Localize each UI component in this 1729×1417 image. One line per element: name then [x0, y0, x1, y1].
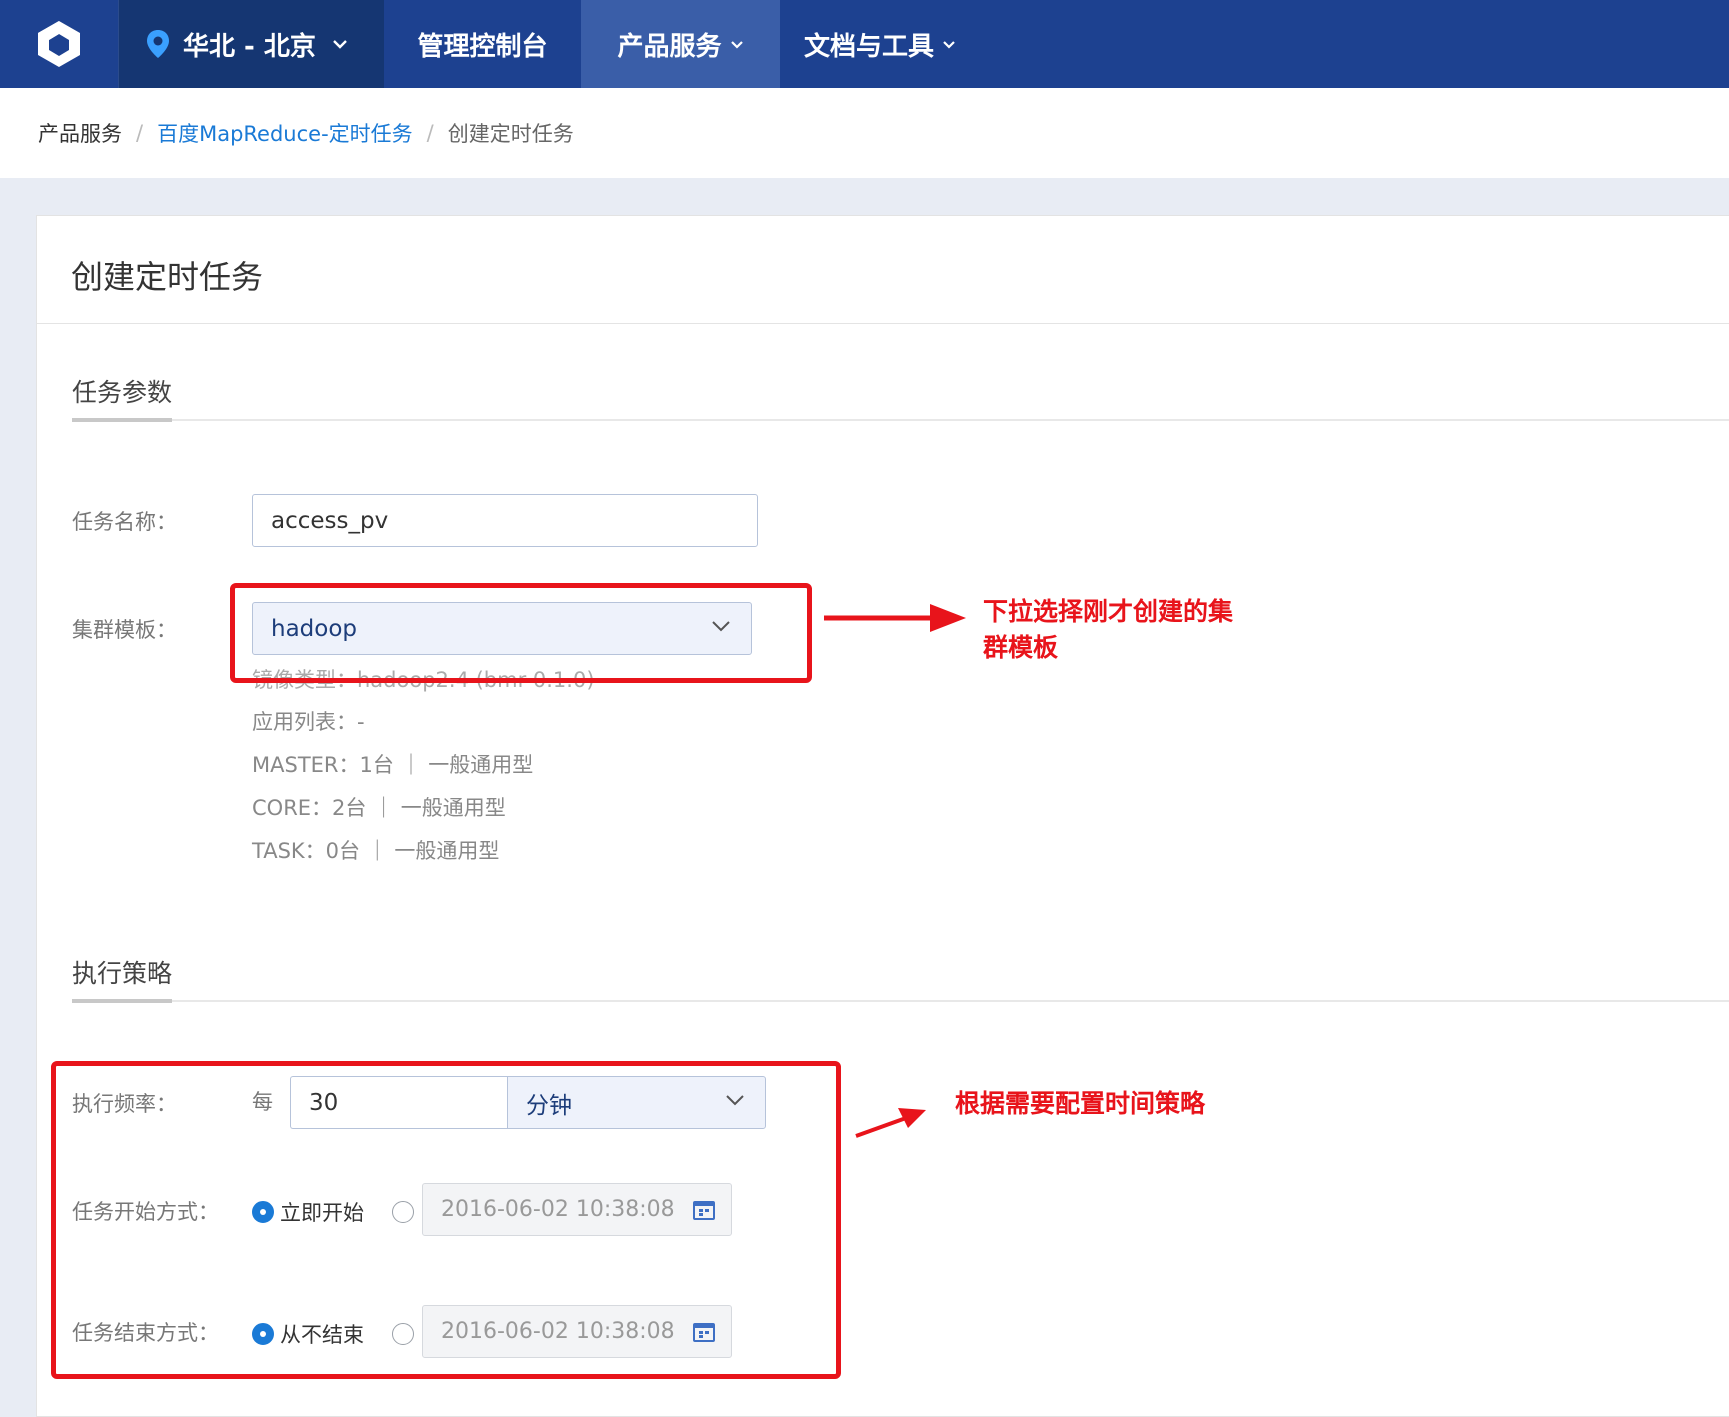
- annotation-cluster-line2: 群模板: [983, 633, 1059, 662]
- chevron-down-icon: [333, 40, 347, 49]
- region-label: 华北 - 北京: [183, 31, 316, 62]
- top-navbar: 华北 - 北京 管理控制台 产品服务 文档与工具: [0, 0, 1729, 88]
- nav-console[interactable]: 管理控制台: [384, 0, 581, 88]
- logo[interactable]: [0, 0, 118, 88]
- annotation-box-cluster: [230, 583, 812, 683]
- breadcrumb-separator: /: [136, 121, 144, 145]
- page-title: 创建定时任务: [71, 258, 264, 296]
- region-selector[interactable]: 华北 - 北京: [118, 0, 384, 88]
- annotation-cluster-line1: 下拉选择刚才创建的集: [983, 597, 1234, 626]
- annotation-box-strategy: [51, 1061, 841, 1379]
- section-divider: [72, 418, 1729, 422]
- task-name-input[interactable]: access_pv: [252, 494, 758, 547]
- section-title-params: 任务参数: [72, 378, 173, 407]
- annotation-strategy-note: 根据需要配置时间策略: [955, 1089, 1206, 1118]
- cluster-master-info: MASTER：1台 ｜ 一般通用型: [252, 753, 534, 777]
- breadcrumb-products[interactable]: 产品服务: [38, 118, 122, 148]
- cluster-task-info: TASK：0台 ｜ 一般通用型: [252, 839, 500, 863]
- nav-console-label: 管理控制台: [417, 31, 548, 62]
- breadcrumb: 产品服务 / 百度MapReduce-定时任务 / 创建定时任务: [0, 88, 1729, 178]
- chevron-down-icon: [730, 40, 743, 49]
- location-pin-icon: [147, 30, 169, 58]
- chevron-down-icon: [943, 40, 955, 49]
- breadcrumb-separator: /: [426, 121, 434, 145]
- breadcrumb-bmr-scheduled[interactable]: 百度MapReduce-定时任务: [157, 118, 413, 148]
- annotation-cluster-note: 下拉选择刚才创建的集 群模板: [983, 594, 1233, 666]
- cluster-core-info: CORE：2台 ｜ 一般通用型: [252, 796, 506, 820]
- section-divider: [72, 999, 1729, 1003]
- nav-docs-tools[interactable]: 文档与工具: [780, 0, 980, 88]
- cluster-app-list: 应用列表：-: [252, 710, 365, 734]
- annotation-arrow-icon: [855, 1108, 926, 1138]
- title-divider: [37, 323, 1729, 324]
- cube-logo-icon: [38, 21, 80, 67]
- nav-products[interactable]: 产品服务: [581, 0, 780, 88]
- nav-products-label: 产品服务: [617, 31, 722, 62]
- section-title-strategy: 执行策略: [72, 959, 173, 988]
- task-name-label: 任务名称：: [72, 510, 177, 534]
- nav-docs-label: 文档与工具: [803, 31, 934, 62]
- annotation-arrow-icon: [824, 604, 966, 632]
- breadcrumb-current: 创建定时任务: [447, 122, 574, 146]
- cluster-template-label: 集群模板：: [72, 618, 177, 642]
